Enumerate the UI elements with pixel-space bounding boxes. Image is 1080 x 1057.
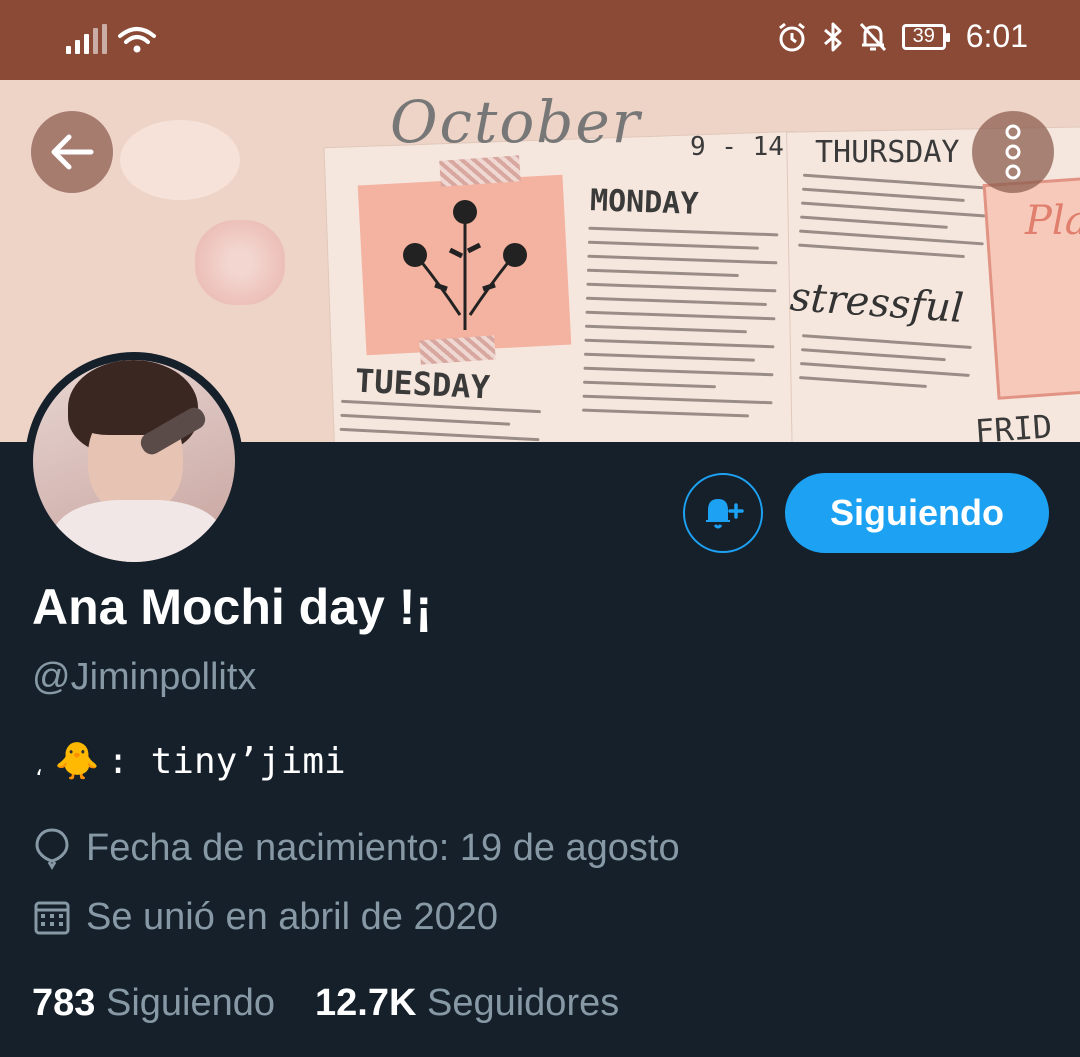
mute-bell-icon — [859, 22, 886, 51]
joined-row: Se unió en abril de 2020 — [32, 896, 498, 939]
following-stat[interactable]: 783 Siguiendo — [32, 982, 275, 1025]
following-label: Siguiendo — [105, 982, 276, 1024]
journal-lines-4 — [798, 334, 972, 402]
more-options-button[interactable] — [972, 111, 1054, 193]
washi-tape-top — [439, 155, 521, 187]
calendar-icon — [34, 901, 70, 934]
following-button[interactable]: Siguiendo — [785, 473, 1049, 553]
alarm-icon — [778, 22, 805, 51]
bio-prefix: ، — [32, 753, 47, 781]
followers-stat[interactable]: 12.7K Seguidores — [315, 982, 619, 1025]
more-vertical-icon — [1005, 124, 1021, 180]
joined-text: Se unió en abril de 2020 — [86, 896, 498, 938]
battery-icon: 39 — [901, 23, 950, 50]
clock: 6:01 — [965, 18, 1028, 54]
banner-month: October — [390, 88, 642, 156]
follow-stats: 783 Siguiendo 12.7K Seguidores — [32, 982, 619, 1025]
avatar[interactable] — [25, 352, 243, 570]
banner-day-thursday: THURSDAY — [815, 135, 960, 170]
journal-lines-3 — [797, 173, 988, 271]
display-name: Ana Mochi day !¡ — [32, 579, 433, 635]
user-handle: @Jiminpollitx — [32, 656, 257, 698]
birthday-text: Fecha de nacimiento: 19 de agosto — [86, 826, 680, 869]
avatar-photo — [33, 360, 235, 562]
following-count: 783 — [32, 982, 96, 1024]
status-left — [66, 24, 157, 54]
bell-plus-icon — [706, 498, 744, 529]
followers-label: Seguidores — [426, 982, 620, 1024]
birthday-row: Fecha de nacimiento: 19 de agosto — [32, 826, 680, 870]
followers-count: 12.7K — [315, 982, 417, 1024]
bio: ، 🐥 : tiny’jimi — [32, 740, 346, 783]
wifi-icon — [118, 27, 156, 53]
journal-lines-1 — [582, 226, 779, 430]
signal-icon — [66, 24, 107, 54]
banner-day-friday: FRID — [973, 407, 1054, 442]
balloon-icon — [35, 828, 69, 870]
notifications-button[interactable] — [683, 473, 763, 553]
roses-illustration — [403, 200, 527, 330]
banner-dates: 9 - 14 — [690, 132, 784, 162]
arrow-left-icon — [51, 134, 94, 170]
bio-text: : tiny’jimi — [107, 740, 346, 782]
bluetooth-icon — [823, 22, 842, 51]
status-right: 39 6:01 — [776, 18, 1028, 55]
status-bar: 39 6:01 — [0, 0, 1080, 80]
flower-decoration — [195, 220, 285, 305]
chick-emoji-icon: 🐥 — [54, 741, 100, 782]
banner-day-tuesday: TUESDAY — [354, 361, 491, 407]
banner-day-monday: MONDAY — [589, 183, 699, 222]
banner-plan: Pla — [1025, 198, 1080, 244]
back-button[interactable] — [31, 111, 113, 193]
